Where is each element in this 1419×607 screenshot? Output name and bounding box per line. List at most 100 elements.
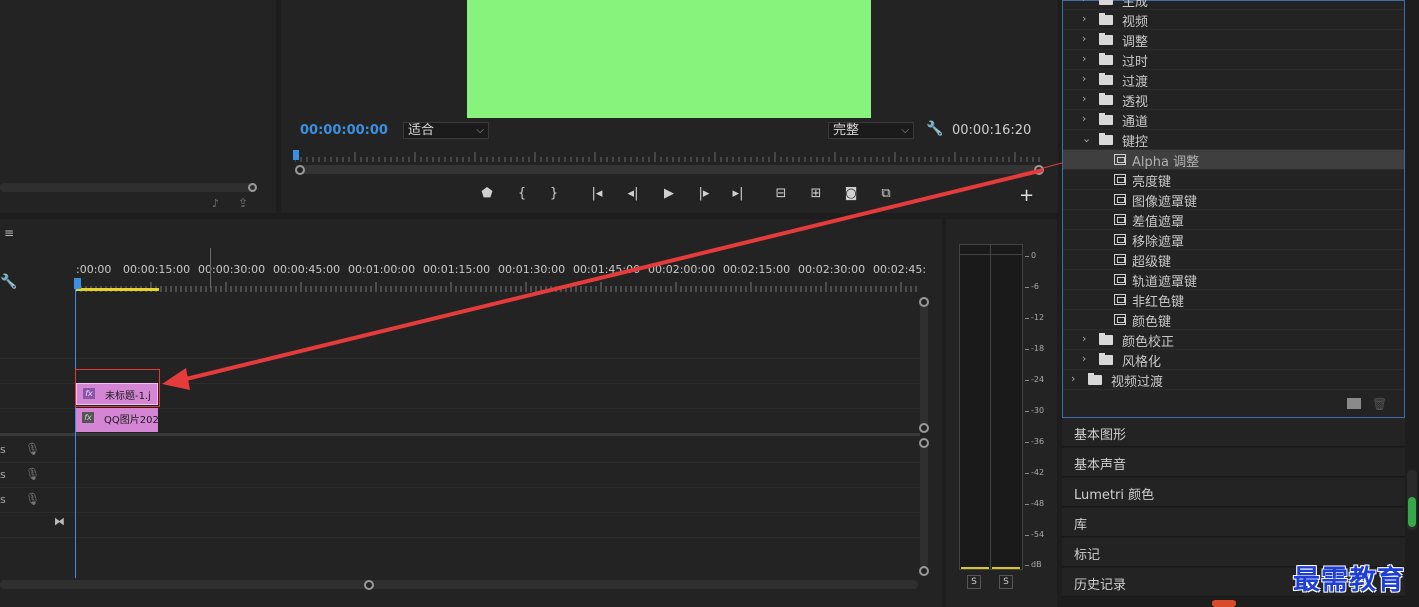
annotation-mark [1212, 600, 1236, 607]
folder-icon [1099, 333, 1113, 345]
folder-icon [1099, 53, 1113, 65]
db-tick [1025, 565, 1029, 566]
effects-item-row[interactable]: 轨道遮罩键 [1063, 270, 1404, 290]
effects-item-label: 图像遮罩键 [1132, 195, 1198, 210]
effects-folder-row[interactable]: ⌄ 键控 [1063, 130, 1404, 150]
effects-item-row[interactable]: 图像遮罩键 [1063, 190, 1404, 210]
db-label: 0 [1031, 251, 1037, 260]
chevron-down-icon[interactable]: ⌄ [1082, 132, 1091, 145]
db-label: -18 [1031, 344, 1045, 353]
effects-folder-label: 颜色校正 [1122, 335, 1175, 350]
effects-folder-row[interactable]: › 风格化 [1063, 350, 1404, 370]
video-effect-icon [1114, 174, 1126, 185]
db-label: -42 [1031, 468, 1045, 477]
effects-item-row[interactable]: 差值遮罩 [1063, 210, 1404, 230]
effects-item-label: 轨道遮罩键 [1132, 275, 1198, 290]
chevron-right-icon[interactable]: › [1082, 52, 1086, 65]
new-folder-icon[interactable] [1347, 398, 1361, 409]
solo-left-button[interactable]: S [967, 575, 981, 589]
panel-essential-sound[interactable]: 基本声音 [1062, 448, 1405, 477]
db-label: -12 [1031, 313, 1045, 322]
video-effect-icon [1114, 314, 1126, 325]
panel-title: 基本声音 [1074, 458, 1127, 473]
video-effect-icon [1114, 214, 1126, 225]
effects-item-row[interactable]: 超级键 [1063, 250, 1404, 270]
db-label: -24 [1031, 375, 1045, 384]
effects-item-label: 非红色键 [1132, 295, 1185, 310]
db-label: -30 [1031, 406, 1045, 415]
effects-item-label: Alpha 调整 [1132, 155, 1200, 170]
chevron-right-icon[interactable]: › [1082, 12, 1086, 25]
video-effect-icon [1114, 154, 1126, 165]
chevron-right-icon[interactable]: › [1071, 372, 1075, 385]
db-tick [1025, 287, 1029, 288]
folder-icon [1088, 373, 1102, 385]
chevron-right-icon[interactable]: › [1082, 332, 1086, 345]
chevron-right-icon[interactable]: › [1082, 32, 1086, 45]
db-tick [1025, 535, 1029, 536]
db-label: dB [1031, 560, 1042, 569]
panel-libraries[interactable]: 库 [1062, 508, 1405, 537]
chevron-right-icon[interactable]: › [1082, 112, 1086, 125]
effects-folder-label: 键控 [1122, 135, 1149, 150]
effects-folder-row[interactable]: › 视频过渡 [1063, 370, 1404, 390]
folder-icon [1099, 93, 1113, 105]
effects-item-row[interactable]: 颜色键 [1063, 310, 1404, 330]
effects-folder-row[interactable]: › 生成 [1063, 0, 1404, 10]
effects-panel: › 生成 › 视频 › 调整 › 过时 › 过渡 › 透视 › 通道 ⌄ 键控 Alpha 调整亮度键图像遮罩键… [1062, 0, 1405, 418]
effects-folder-label: 过时 [1122, 55, 1149, 70]
db-label: -36 [1031, 437, 1045, 446]
effects-item-row[interactable]: 亮度键 [1063, 170, 1404, 190]
effects-folder-row[interactable]: › 视频 [1063, 10, 1404, 30]
effects-folder-row[interactable]: › 颜色校正 [1063, 330, 1404, 350]
effects-folder-label: 过渡 [1122, 75, 1149, 90]
effects-item-label: 颜色键 [1132, 315, 1172, 330]
effects-folder-row[interactable]: › 透视 [1063, 90, 1404, 110]
effects-folder-row[interactable]: › 过渡 [1063, 70, 1404, 90]
delete-trash-icon[interactable]: 🗑 [1372, 397, 1387, 411]
folder-icon [1099, 113, 1113, 125]
solo-right-button[interactable]: S [999, 575, 1013, 589]
effects-folder-row[interactable]: › 调整 [1063, 30, 1404, 50]
effects-folder-row[interactable]: › 过时 [1063, 50, 1404, 70]
meter-level-left [961, 567, 989, 569]
right-panel-scroll-thumb[interactable] [1408, 497, 1416, 527]
meter-peak-row [959, 254, 1023, 255]
audio-meter [959, 244, 1023, 570]
db-tick [1025, 473, 1029, 474]
panel-title: Lumetri 颜色 [1074, 488, 1155, 503]
db-tick [1025, 504, 1029, 505]
chevron-right-icon[interactable]: › [1082, 352, 1086, 365]
panel-title: 标记 [1074, 548, 1101, 563]
meter-channel-divider [990, 244, 991, 570]
effects-item-label: 差值遮罩 [1132, 215, 1185, 230]
chevron-right-icon[interactable]: › [1082, 72, 1086, 85]
panel-essential-graphics[interactable]: 基本图形 [1062, 418, 1405, 447]
db-tick [1025, 256, 1029, 257]
effects-item-label: 超级键 [1132, 255, 1172, 270]
video-effect-icon [1114, 274, 1126, 285]
folder-icon [1099, 73, 1113, 85]
video-effect-icon [1114, 254, 1126, 265]
effects-folder-label: 生成 [1122, 0, 1149, 10]
db-tick [1025, 442, 1029, 443]
effects-folder-label: 风格化 [1122, 355, 1162, 370]
panel-title: 基本图形 [1074, 428, 1127, 443]
effects-item-row[interactable]: Alpha 调整 [1063, 150, 1404, 170]
effects-item-row[interactable]: 非红色键 [1063, 290, 1404, 310]
meter-level-right [992, 567, 1020, 569]
effects-folder-label: 透视 [1122, 95, 1149, 110]
effects-folder-row[interactable]: › 通道 [1063, 110, 1404, 130]
video-effect-icon [1114, 234, 1126, 245]
panel-lumetri-color[interactable]: Lumetri 颜色 [1062, 478, 1405, 507]
chevron-right-icon[interactable]: › [1082, 0, 1086, 5]
effects-item-row[interactable]: 移除遮罩 [1063, 230, 1404, 250]
video-effect-icon [1114, 294, 1126, 305]
chevron-right-icon[interactable]: › [1082, 92, 1086, 105]
folder-icon [1099, 353, 1113, 365]
db-tick [1025, 411, 1029, 412]
effects-item-label: 移除遮罩 [1132, 235, 1185, 250]
folder-icon [1099, 0, 1113, 5]
folder-icon [1099, 13, 1113, 25]
folder-icon [1099, 133, 1113, 145]
